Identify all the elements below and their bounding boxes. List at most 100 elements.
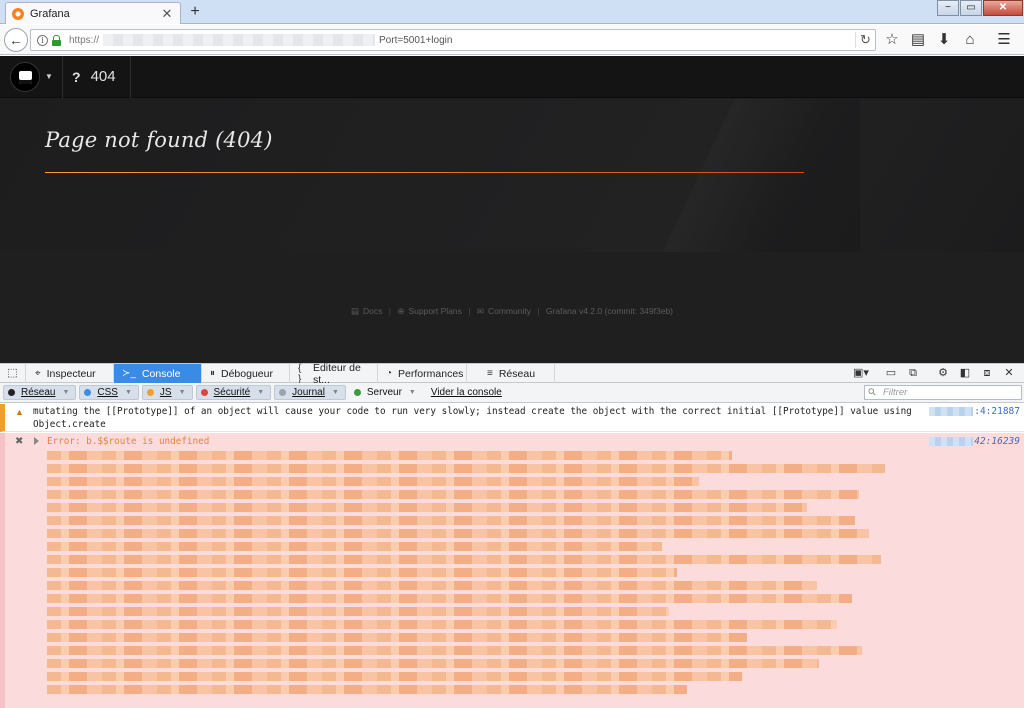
expand-twisty-icon[interactable] [34,437,39,445]
warning-text: mutating the [[Prototype]] of an object … [33,406,912,430]
nav-divider [130,56,131,98]
support-icon: ⊕ [397,306,405,316]
grafana-footer: ▤ Docs | ⊕ Support Plans | ✉ Community | Gr… [0,306,1024,317]
question-icon: ? [72,68,81,85]
tab-performances[interactable]: ◔ Performances [378,364,467,383]
lock-icon[interactable] [52,34,61,46]
minimize-button[interactable]: − [937,0,959,16]
footer-separator: | [388,306,391,316]
tab-reseau[interactable]: ≡ Réseau [467,364,555,383]
footer-separator: | [468,306,471,316]
redacted-source-file [929,437,974,446]
tab-inspecteur[interactable]: ⌖ Inspecteur [27,364,114,383]
tab-style-editor[interactable]: { } Éditeur de st... [290,362,378,386]
caret-down-icon[interactable]: ▼ [62,389,69,396]
clear-console-label: Vider la console [430,387,502,398]
footer-support-link[interactable]: Support Plans [408,306,461,316]
console-filter-input[interactable]: Filtrer [864,385,1022,400]
devtools-tab-bar: ⬚ ⌖ Inspecteur ≻_ Console ⏸ Débogueur { … [0,362,1024,386]
error-source-link[interactable]: 42:16239 [929,436,1020,447]
redacted-stack-trace [47,451,907,706]
settings-gear-icon[interactable]: ⚙ [932,364,954,383]
url-path: Port=5001+login [379,34,453,46]
caret-down-icon[interactable]: ▼ [332,389,339,396]
close-devtools-icon[interactable]: ✕ [998,364,1020,383]
devtools-options: ▣▾ ▭ ⧉ ⚙ ◧ ⧈ ✕ [850,364,1020,383]
filter-css[interactable]: CSS ▼ [79,385,139,400]
nav-divider [62,56,63,98]
url-bar[interactable]: i https:// Port=5001+login ↻ [30,29,876,51]
tab-debogueur[interactable]: ⏸ Débogueur [202,364,290,383]
filter-dot [279,389,287,396]
browser-nav-bar: ← i https:// Port=5001+login ↻ ☆ ▤ ⬇ ⌂ ☰ [0,25,1024,55]
filter-label: Sécurité [213,387,251,398]
screenshot-icon[interactable]: ⧉ [902,364,924,383]
filter-dot [8,389,15,396]
home-icon[interactable]: ⌂ [958,29,982,51]
filter-js[interactable]: JS ▼ [141,385,193,400]
info-icon[interactable]: i [37,34,48,46]
element-picker-icon[interactable]: ⬚ [0,364,26,383]
breadcrumb-title: 404 [90,68,116,85]
console-error-message[interactable]: ✖ Error: b.$$route is undefined 42:16239 [0,433,1024,708]
filter-dot [200,389,208,396]
browser-tab-strip: Grafana ✕ + − ▭ ✕ [0,0,1024,24]
responsive-mode-icon[interactable]: ▭ [880,364,902,383]
title-underline [45,172,804,173]
download-icon[interactable]: ⬇ [932,29,956,51]
error-text: Error: b.$$route is undefined [47,436,210,447]
braces-icon: { } [298,362,302,385]
community-icon: ✉ [476,306,484,316]
caret-down-icon[interactable]: ▼ [257,389,264,396]
back-arrow-icon[interactable]: ← [4,28,28,52]
browser-tab[interactable]: Grafana ✕ [5,2,181,24]
error-location: 42:16239 [974,436,1020,447]
redacted-source-file [929,407,974,416]
network-icon: ≡ [487,368,493,379]
console-warning-message[interactable]: ▲ mutating the [[Prototype]] of an objec… [0,404,1024,432]
frame-select-icon[interactable]: ▣▾ [850,364,872,383]
footer-version: Grafana v4.2.0 (commit: 349f3eb) [545,306,674,316]
caret-down-icon[interactable]: ▼ [179,389,186,396]
devtools-panel: ⬚ ⌖ Inspecteur ≻_ Console ⏸ Débogueur { … [0,362,1024,708]
reload-icon[interactable]: ↻ [855,32,875,48]
filter-serveur[interactable]: Serveur ▼ [349,385,423,400]
undock-icon[interactable]: ⧈ [976,364,998,383]
new-tab-button[interactable]: + [186,3,204,21]
filter-reseau[interactable]: Réseau ▼ [3,385,77,400]
inspector-icon: ⌖ [35,368,41,379]
filter-label: CSS [97,387,118,398]
window-controls: − ▭ ✕ [936,0,1023,16]
caret-down-icon[interactable]: ▼ [45,72,53,81]
grafana-logo-icon[interactable] [10,62,40,92]
hamburger-menu-icon[interactable]: ☰ [992,29,1016,51]
close-tab-icon[interactable]: ✕ [160,6,174,22]
performance-icon: ◔ [386,368,393,379]
warning-location: :4:21887 [974,406,1020,417]
tab-label: Débogueur [221,367,273,380]
filter-dot [84,389,92,396]
warning-source-link[interactable]: :4:21887 [929,406,1020,417]
page-header [0,99,1024,252]
tab-label: Inspecteur [46,367,96,380]
filter-journal[interactable]: Journal ▼ [274,385,346,400]
docs-icon: ▤ [350,306,359,316]
dock-side-icon[interactable]: ◧ [954,364,976,383]
tab-console[interactable]: ≻_ Console [114,364,202,383]
console-filter-bar: Réseau ▼ CSS ▼ JS ▼ Sécurité ▼ Journal ▼… [0,383,1024,403]
tab-title: Grafana [30,7,70,20]
clear-console-button[interactable]: Vider la console [426,385,509,400]
caret-down-icon[interactable]: ▼ [409,389,416,396]
footer-community-link[interactable]: Community [488,306,531,316]
breadcrumb: ? 404 [72,68,116,85]
filter-dot [146,389,154,396]
footer-separator: | [537,306,540,316]
caret-down-icon[interactable]: ▼ [125,389,132,396]
footer-docs-link[interactable]: Docs [363,306,382,316]
bookmark-star-icon[interactable]: ☆ [880,29,904,51]
close-window-button[interactable]: ✕ [983,0,1023,16]
grafana-page: ▼ ? 404 Page not found (404) ▤ Docs | ⊕ Su… [0,56,1024,363]
filter-securite[interactable]: Sécurité ▼ [195,385,272,400]
reader-view-icon[interactable]: ▤ [906,29,930,51]
restore-button[interactable]: ▭ [960,0,982,16]
